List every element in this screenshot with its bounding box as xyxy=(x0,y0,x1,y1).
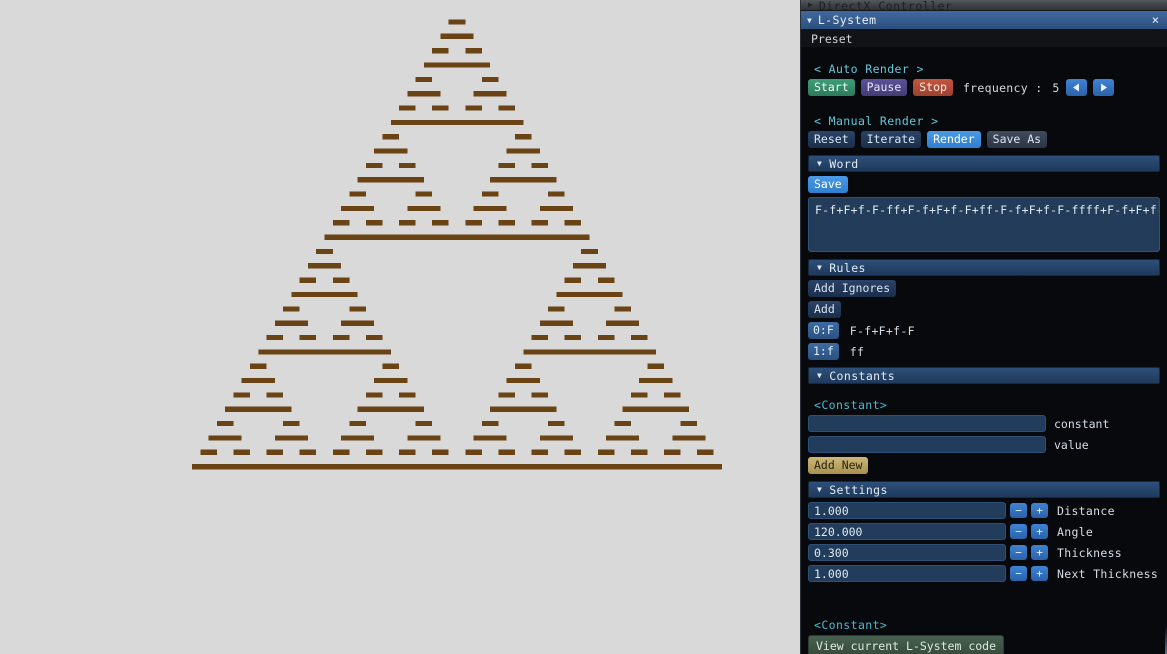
view-lsystem-code-button[interactable]: View current L-System code xyxy=(808,635,1005,654)
window-lsystem-titlebar[interactable]: ▼ L-System × xyxy=(801,11,1167,30)
start-button[interactable]: Start xyxy=(808,79,855,96)
constant-name-input[interactable] xyxy=(808,415,1046,432)
constants-group-label: <Constant> xyxy=(814,398,888,412)
lsystem-dock-panel: ▶ DirectX Controller ▼ L-System × Preset… xyxy=(800,0,1167,654)
chevron-down-icon: ▼ xyxy=(817,371,823,380)
setting-row-angle: 120.000 − + Angle xyxy=(808,523,1160,540)
setting-row-distance: 1.000 − + Distance xyxy=(808,502,1160,519)
app-root: ▶ DirectX Controller ▼ L-System × Preset… xyxy=(0,0,1167,654)
section-label-constants: Constants xyxy=(829,368,896,383)
frequency-increase-button[interactable] xyxy=(1092,79,1114,96)
constant-value-row: value xyxy=(808,436,1160,453)
next-thickness-decrease-button[interactable]: − xyxy=(1010,566,1027,581)
save-as-button[interactable]: Save As xyxy=(986,131,1048,148)
constant-value-input[interactable] xyxy=(808,436,1046,453)
frequency-value: 5 xyxy=(1052,80,1060,95)
constant-value-caption: value xyxy=(1054,437,1089,452)
thickness-label: Thickness xyxy=(1057,545,1123,560)
section-label-rules: Rules xyxy=(829,260,866,275)
section-header-rules[interactable]: ▼ Rules xyxy=(808,259,1160,276)
next-thickness-label: Next Thickness xyxy=(1057,566,1159,581)
section-header-constants[interactable]: ▼ Constants xyxy=(808,367,1160,384)
window-title-directx: DirectX Controller xyxy=(818,0,953,11)
frequency-label: frequency : xyxy=(962,80,1043,95)
section-header-settings[interactable]: ▼ Settings xyxy=(808,481,1160,498)
iterate-button[interactable]: Iterate xyxy=(860,131,922,148)
chevron-down-icon: ▼ xyxy=(807,15,812,25)
next-thickness-input[interactable]: 1.000 xyxy=(808,565,1006,582)
distance-input[interactable]: 1.000 xyxy=(808,502,1006,519)
window-directx-controller[interactable]: ▶ DirectX Controller xyxy=(801,0,1167,11)
chevron-right-icon: ▶ xyxy=(808,0,813,9)
add-rule-button[interactable]: Add xyxy=(808,301,841,318)
rule-row[interactable]: 0:F F-f+F+f-F xyxy=(808,322,1160,339)
section-label-word: Word xyxy=(829,156,859,171)
section-header-word[interactable]: ▼ Word xyxy=(808,155,1160,172)
fractal-drawing xyxy=(192,19,722,470)
thickness-decrease-button[interactable]: − xyxy=(1010,545,1027,560)
rule-value: F-f+F+f-F xyxy=(849,323,915,338)
angle-increase-button[interactable]: + xyxy=(1031,524,1048,539)
rule-key-chip[interactable]: 0:F xyxy=(808,322,839,339)
constant-name-row: constant xyxy=(808,415,1160,432)
render-button[interactable]: Render xyxy=(927,131,981,148)
footer-group-label: <Constant> xyxy=(814,618,888,632)
chevron-down-icon: ▼ xyxy=(817,159,823,168)
stop-button[interactable]: Stop xyxy=(913,79,953,96)
chevron-down-icon: ▼ xyxy=(817,485,823,494)
distance-increase-button[interactable]: + xyxy=(1031,503,1048,518)
close-icon[interactable]: × xyxy=(1150,14,1161,26)
thickness-increase-button[interactable]: + xyxy=(1031,545,1048,560)
save-word-button[interactable]: Save xyxy=(808,176,848,193)
manual-render-header: < Manual Render > xyxy=(814,114,939,128)
distance-label: Distance xyxy=(1057,503,1115,518)
rule-row[interactable]: 1:f ff xyxy=(808,343,1160,360)
panel-body: < Auto Render > Start Pause Stop frequen… xyxy=(801,48,1167,654)
preset-label: Preset xyxy=(811,31,853,46)
section-label-settings: Settings xyxy=(829,482,888,497)
render-viewport[interactable] xyxy=(0,0,800,654)
thickness-input[interactable]: 0.300 xyxy=(808,544,1006,561)
triangle-right-icon xyxy=(1100,83,1107,92)
auto-render-header: < Auto Render > xyxy=(814,62,924,76)
next-thickness-increase-button[interactable]: + xyxy=(1031,566,1048,581)
auto-render-controls: Start Pause Stop frequency : 5 xyxy=(808,79,1160,96)
setting-row-thickness: 0.300 − + Thickness xyxy=(808,544,1160,561)
angle-input[interactable]: 120.000 xyxy=(808,523,1006,540)
setting-row-next-thickness: 1.000 − + Next Thickness xyxy=(808,565,1160,582)
angle-decrease-button[interactable]: − xyxy=(1010,524,1027,539)
manual-render-controls: Reset Iterate Render Save As xyxy=(808,131,1160,148)
add-ignores-button[interactable]: Add Ignores xyxy=(808,280,897,297)
distance-decrease-button[interactable]: − xyxy=(1010,503,1027,518)
word-textarea[interactable]: F-f+F+f-F-ff+F-f+F+f-F+ff-F-f+F+f-F-ffff… xyxy=(808,197,1160,252)
reset-button[interactable]: Reset xyxy=(808,131,855,148)
add-new-constant-button[interactable]: Add New xyxy=(808,457,869,474)
triangle-left-icon xyxy=(1072,83,1079,92)
pause-button[interactable]: Pause xyxy=(860,79,908,96)
constant-name-caption: constant xyxy=(1054,416,1110,431)
preset-menu[interactable]: Preset xyxy=(801,30,1167,48)
angle-label: Angle xyxy=(1057,524,1094,539)
chevron-down-icon: ▼ xyxy=(817,263,823,272)
rule-key-chip[interactable]: 1:f xyxy=(808,343,839,360)
window-title-lsystem: L-System xyxy=(817,13,877,27)
rule-value: ff xyxy=(849,344,865,359)
frequency-decrease-button[interactable] xyxy=(1065,79,1087,96)
